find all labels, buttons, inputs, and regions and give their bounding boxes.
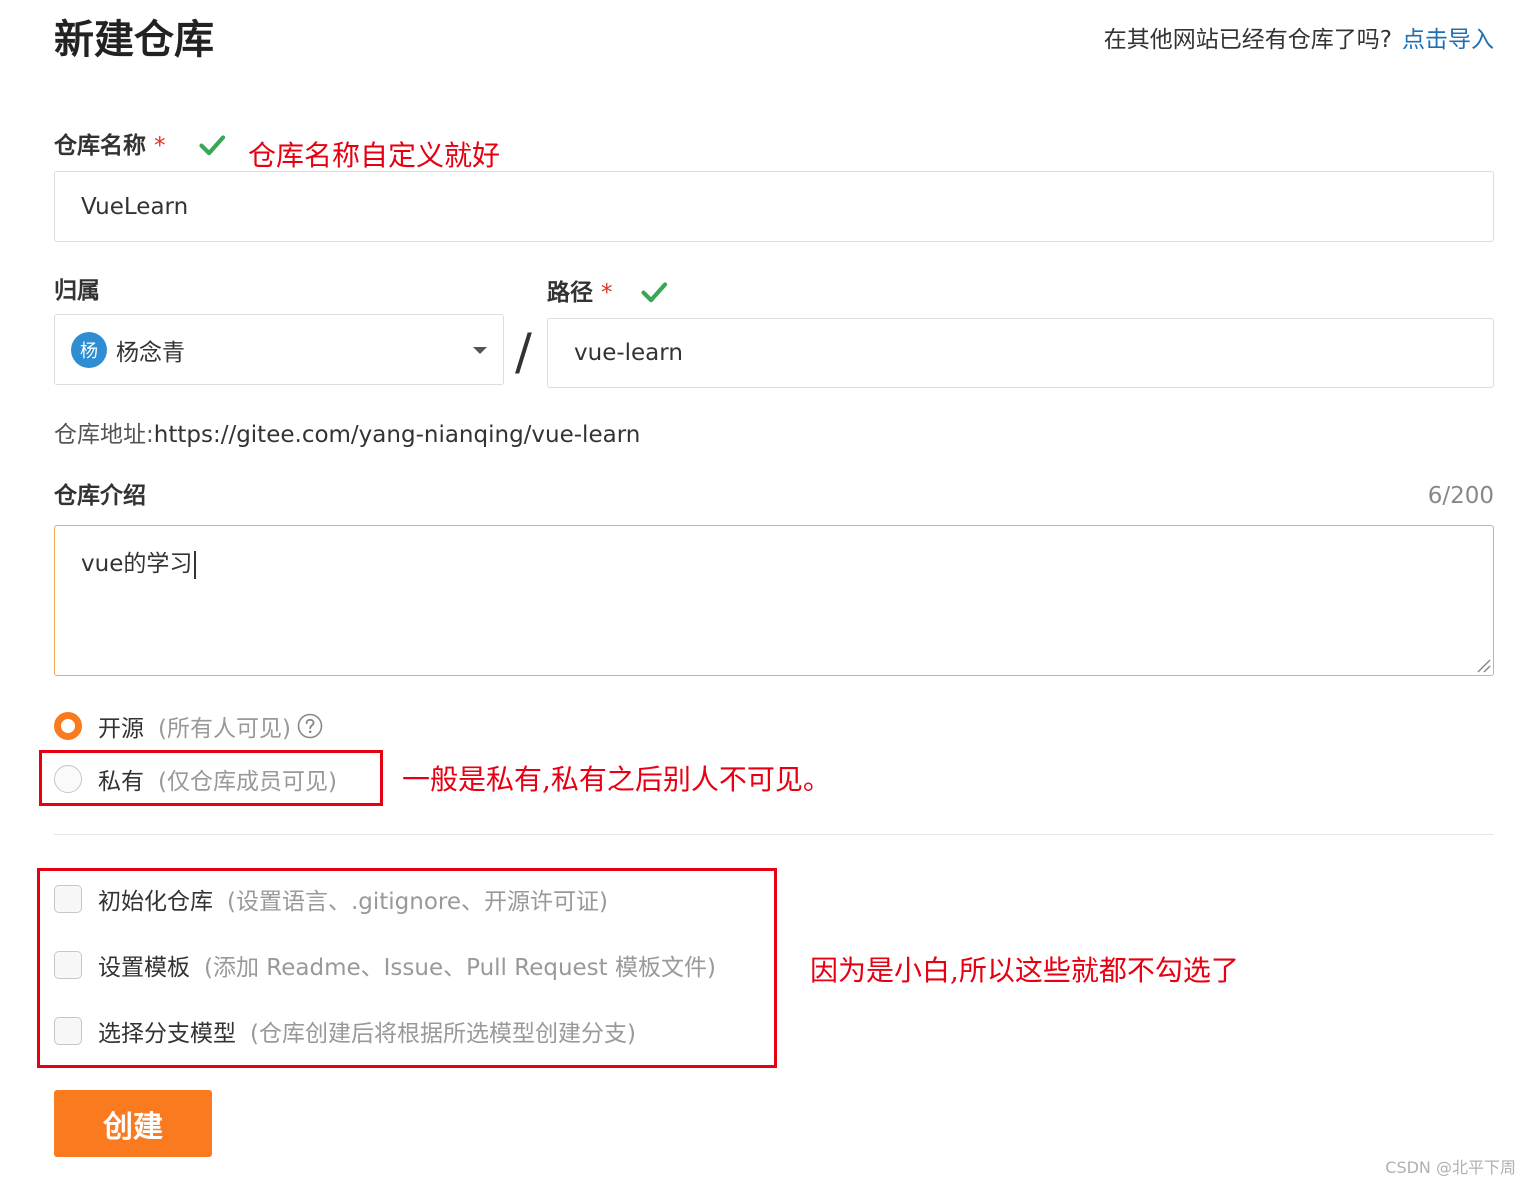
repo-url: 仓库地址:https://gitee.com/yang-nianqing/vue… xyxy=(54,418,640,452)
repo-name-label-text: 仓库名称 xyxy=(54,133,146,159)
description-value: vue的学习 xyxy=(81,551,193,577)
path-label: 路径 * xyxy=(547,277,613,309)
watermark: CSDN @北平下周 xyxy=(1385,1158,1516,1177)
radio-public-label: 开源 xyxy=(98,716,144,742)
check-icon xyxy=(641,282,668,303)
options-annotation: 因为是小白,所以这些就都不勾选了 xyxy=(810,954,1239,987)
radio-public-hint: (所有人可见) xyxy=(158,716,291,742)
required-mark: * xyxy=(601,280,613,306)
visibility-annotation: 一般是私有,私有之后别人不可见。 xyxy=(402,763,831,796)
repo-name-input[interactable]: VueLearn xyxy=(54,171,1494,242)
owner-name: 杨念青 xyxy=(116,339,185,366)
highlight-box-private xyxy=(39,750,383,806)
repo-url-label: 仓库地址: xyxy=(54,422,154,448)
required-mark: * xyxy=(154,133,166,159)
owner-label: 归属 xyxy=(54,278,100,304)
path-value: vue-learn xyxy=(574,340,683,366)
repo-url-value: https://gitee.com/yang-nianqing/vue-lear… xyxy=(153,422,641,448)
check-icon xyxy=(199,135,226,156)
radio-public[interactable]: 开源 (所有人可见) xyxy=(54,709,323,743)
import-prompt: 在其他网站已经有仓库了吗? 点击导入 xyxy=(1104,24,1494,56)
repo-name-label: 仓库名称 * xyxy=(54,130,166,162)
owner-select[interactable]: 杨 杨念青 xyxy=(54,314,504,385)
description-label: 仓库介绍 xyxy=(54,483,146,509)
repo-name-value: VueLearn xyxy=(81,193,189,220)
import-prompt-text: 在其他网站已经有仓库了吗? xyxy=(1103,27,1392,53)
caret-down-icon xyxy=(473,347,487,354)
import-link[interactable]: 点击导入 xyxy=(1402,27,1494,53)
repo-name-annotation: 仓库名称自定义就好 xyxy=(248,139,501,172)
path-label-text: 路径 xyxy=(547,280,593,306)
highlight-box-options xyxy=(37,868,777,1068)
create-button[interactable]: 创建 xyxy=(54,1090,212,1157)
text-cursor xyxy=(194,550,197,579)
description-textarea[interactable]: vue的学习 xyxy=(54,525,1494,676)
radio-public-indicator[interactable] xyxy=(54,712,82,740)
resize-handle-icon[interactable] xyxy=(1475,657,1491,673)
page-title: 新建仓库 xyxy=(54,17,214,63)
avatar: 杨 xyxy=(71,331,107,368)
divider xyxy=(54,834,1494,835)
path-input[interactable]: vue-learn xyxy=(547,318,1494,388)
description-counter: 6/200 xyxy=(1427,483,1494,509)
path-separator: / xyxy=(515,323,532,381)
help-icon[interactable] xyxy=(297,713,323,739)
